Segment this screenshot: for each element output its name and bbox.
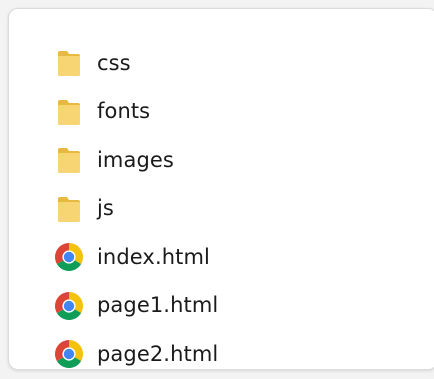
file-name: fonts: [97, 99, 151, 124]
file-name: images: [97, 147, 174, 172]
folder-icon: [53, 47, 85, 79]
file-item-fonts[interactable]: fonts: [53, 88, 218, 137]
chrome-icon: [53, 241, 85, 273]
file-item-index-html[interactable]: index.html: [53, 233, 218, 282]
file-name: css: [97, 50, 131, 75]
file-name: page2.html: [97, 341, 219, 366]
file-name: index.html: [97, 244, 210, 269]
file-item-page1-html[interactable]: page1.html: [53, 282, 218, 331]
chrome-icon: [53, 290, 85, 322]
folder-icon: [53, 96, 85, 128]
chrome-icon: [53, 338, 85, 370]
file-list-panel: css fonts images js index.html page1.htm…: [8, 8, 434, 370]
file-item-css[interactable]: css: [53, 39, 218, 88]
file-item-js[interactable]: js: [53, 185, 218, 234]
file-name: page1.html: [97, 293, 219, 318]
file-name: js: [97, 196, 114, 221]
folder-icon: [53, 144, 85, 176]
file-item-images[interactable]: images: [53, 136, 218, 185]
file-item-page2-html[interactable]: page2.html: [53, 330, 218, 379]
folder-icon: [53, 193, 85, 225]
file-list: css fonts images js index.html page1.htm…: [53, 39, 218, 379]
